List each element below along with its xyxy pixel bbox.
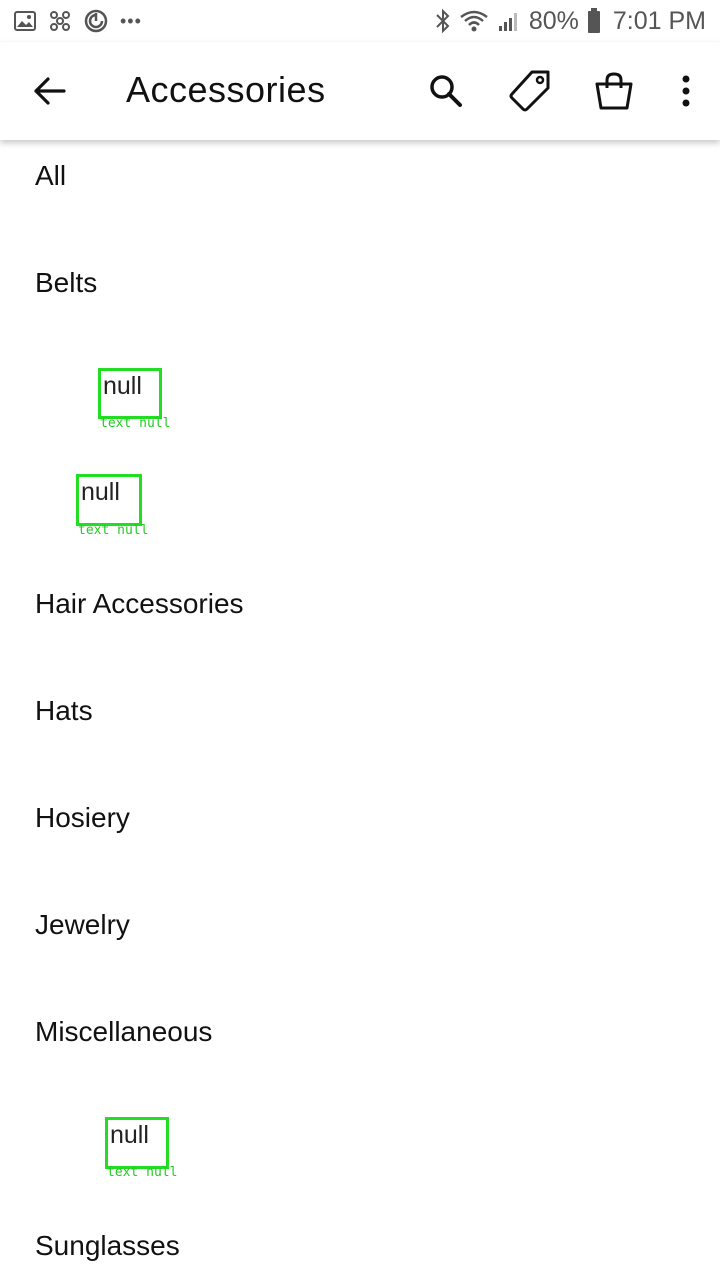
placeholder-item[interactable]: null	[105, 1117, 169, 1169]
status-bar: ••• 80% 7:01 PM	[0, 0, 720, 42]
more-vert-icon	[682, 75, 690, 107]
sync-icon	[84, 9, 108, 33]
category-hats[interactable]: Hats	[35, 695, 93, 727]
tag-button[interactable]	[506, 67, 554, 115]
placeholder-caption: text null	[100, 416, 171, 431]
gallery-icon	[14, 10, 36, 32]
placeholder-caption: text null	[78, 523, 149, 538]
placeholder-caption: text null	[107, 1165, 178, 1180]
signal-icon	[497, 9, 521, 33]
tag-icon	[509, 70, 550, 112]
overflow-menu-button[interactable]	[662, 67, 710, 115]
category-belts[interactable]: Belts	[35, 267, 97, 299]
arrow-back-icon	[34, 77, 66, 105]
bluetooth-icon	[435, 8, 451, 34]
placeholder-item[interactable]: null	[76, 474, 142, 526]
category-jewelry[interactable]: Jewelry	[35, 909, 130, 941]
shopping-bag-button[interactable]	[590, 67, 638, 115]
status-left: •••	[14, 9, 142, 33]
wifi-icon	[459, 9, 489, 33]
category-hosiery[interactable]: Hosiery	[35, 802, 130, 834]
battery-icon	[587, 8, 601, 34]
page-title: Accessories	[126, 69, 326, 110]
category-hair-accessories[interactable]: Hair Accessories	[35, 588, 244, 620]
search-button[interactable]	[422, 67, 470, 115]
battery-percent: 80%	[528, 6, 579, 35]
search-icon	[430, 75, 462, 107]
back-button[interactable]	[28, 69, 72, 113]
pinwheel-icon	[48, 9, 72, 33]
category-all[interactable]: All	[35, 160, 66, 192]
shopping-bag-icon	[595, 72, 633, 110]
status-right: 80% 7:01 PM	[435, 7, 706, 36]
category-sunglasses[interactable]: Sunglasses	[35, 1230, 180, 1262]
more-notifications: •••	[120, 10, 142, 31]
category-miscellaneous[interactable]: Miscellaneous	[35, 1016, 212, 1048]
app-bar: Accessories	[0, 42, 720, 140]
placeholder-item[interactable]: null	[98, 368, 162, 419]
clock: 7:01 PM	[612, 6, 706, 35]
category-list: All Belts null text null null text null …	[0, 140, 720, 1280]
